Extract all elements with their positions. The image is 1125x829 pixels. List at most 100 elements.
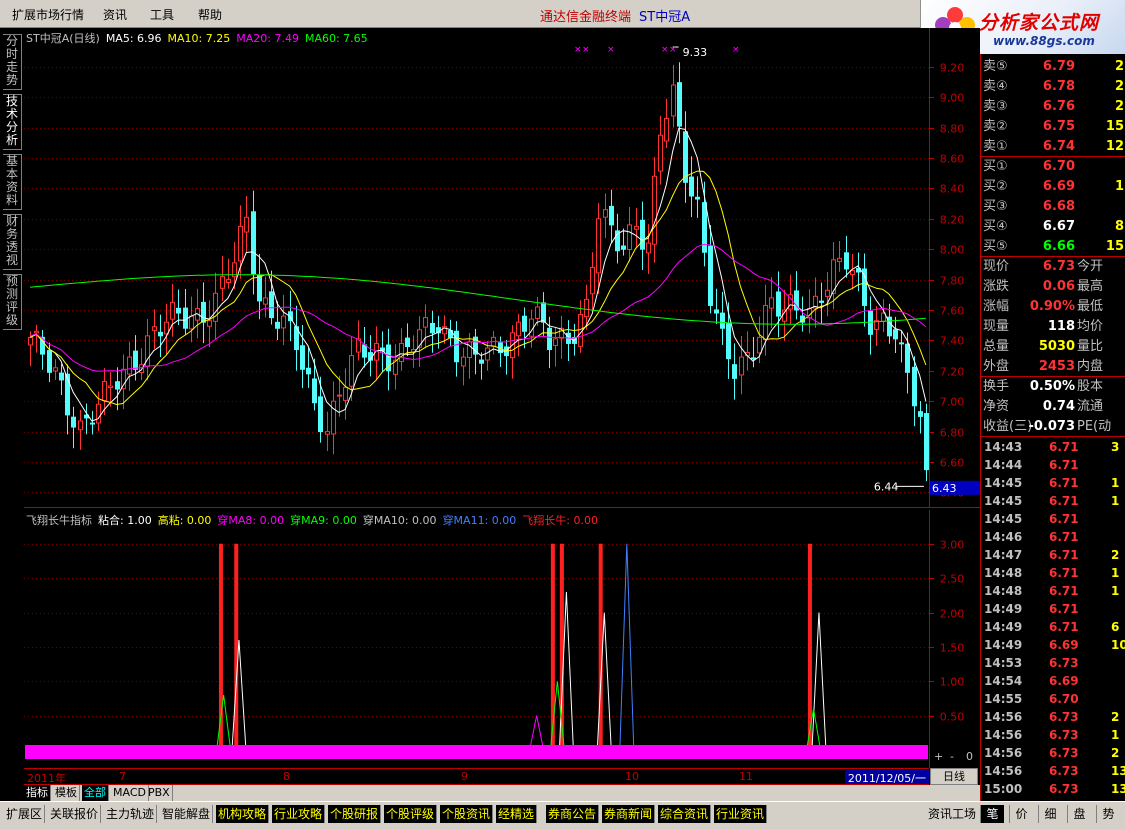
tick-volume: 6 — [1111, 620, 1120, 634]
bottom-tab[interactable]: 行业攻略 — [272, 805, 326, 823]
candle-body — [664, 117, 669, 142]
bottom-tab[interactable]: 经精选 — [496, 805, 538, 823]
candle-body — [251, 211, 256, 275]
sub-legend: 飞翔长牛指标 粘合: 1.00 高粘: 0.00 穿MA8: 0.00 穿MA9: 0.… — [26, 512, 604, 528]
candle-body — [850, 269, 855, 276]
candle-body — [65, 373, 70, 416]
panel-switch-button[interactable]: 价 — [1009, 805, 1033, 823]
bottom-tab[interactable]: 行业资讯 — [714, 805, 768, 823]
bottom-bar: 资讯工场 扩展区 关联报价 主力轨迹 智能解盘 机构攻略 行业攻略 个股研报 个股评级 个股资讯… — [0, 801, 1125, 829]
period-button[interactable]: 日线 — [930, 768, 978, 785]
menu-news[interactable]: 资讯 — [103, 6, 127, 23]
candle-body — [893, 329, 898, 340]
tick-row: 14:49 6.71 6 — [981, 618, 1125, 636]
y-tick-label: 9.00 — [940, 92, 965, 105]
candle-body — [300, 345, 305, 370]
candlestick-chart[interactable]: 9.20 9.00 8.80 8.60 8.40 8.20 8.00 7.80 7.60 7.40… — [24, 28, 980, 508]
ask-row: 卖① 6.74 12 — [981, 138, 1125, 156]
bottom-tab[interactable]: 券商新闻 — [602, 805, 656, 823]
tick-time: 14:43 — [984, 440, 1023, 454]
subtab-pbx[interactable]: PBX — [146, 785, 173, 801]
tab-financials[interactable]: 财务透视 — [3, 214, 22, 270]
annotation-label: 9.33 — [683, 46, 708, 59]
tick-row: 14:48 6.71 1 — [981, 564, 1125, 582]
tick-time: 14:49 — [984, 638, 1023, 652]
zoom-reset-button[interactable]: 0 — [966, 750, 973, 763]
panel-switch-button[interactable]: 细 — [1038, 805, 1062, 823]
stat2-row-extra: PE(动 — [1077, 419, 1112, 434]
tick-price: 6.71 — [1049, 440, 1079, 454]
menu-help[interactable]: 帮助 — [198, 6, 222, 23]
ask-row-extra: 2 — [1114, 59, 1124, 74]
panel-switch-button[interactable]: 盘 — [1067, 805, 1091, 823]
panel-switch-button[interactable]: 势 — [1096, 805, 1120, 823]
menu-tools[interactable]: 工具 — [150, 6, 174, 23]
y-tick-label: 7.60 — [940, 305, 965, 318]
subtab-macd[interactable]: MACD — [111, 785, 149, 801]
bottom-tab[interactable]: 扩展区 — [4, 805, 46, 823]
stat-row: 外盘 2453 内盘 — [981, 358, 1125, 376]
tick-row: 14:43 6.71 3 — [981, 438, 1125, 456]
tick-time: 15:00 — [984, 782, 1023, 796]
tab-intraday[interactable]: 分时走势 — [3, 34, 22, 90]
chart-bg — [24, 28, 980, 508]
subtab-indicator[interactable]: 指标 — [24, 785, 51, 801]
candle-body — [226, 279, 231, 283]
stat-row-label: 外盘 — [983, 359, 1010, 374]
subtab-all[interactable]: 全部 — [82, 785, 109, 801]
zoom-out-button[interactable]: - — [950, 750, 954, 763]
candle-body — [634, 225, 639, 230]
candle-body — [53, 367, 58, 372]
left-tabs: 分时走势 技术分析 基本资料 财务透视 预测评级 — [0, 28, 24, 772]
x-label: 11 — [739, 770, 753, 783]
bid-row-value: 6.70 — [1042, 159, 1075, 174]
bottom-tab[interactable]: 主力轨迹 — [104, 805, 158, 823]
tab-technical[interactable]: 技术分析 — [3, 94, 22, 150]
bottom-tab[interactable]: 综合资讯 — [658, 805, 712, 823]
candle-body — [776, 291, 781, 317]
indicator-bg — [24, 510, 980, 768]
bottom-tab[interactable]: 关联报价 — [48, 805, 102, 823]
subtab-template[interactable]: 模板 — [53, 785, 80, 801]
bottom-tab[interactable]: 券商公告 — [546, 805, 600, 823]
menu-extended-market[interactable]: 扩展市场行情 — [12, 6, 84, 23]
tab-forecast-label: 预测评级 — [5, 274, 18, 327]
candle-body — [244, 216, 249, 233]
ask-row-value: 6.75 — [1042, 119, 1075, 134]
panel-switch-button[interactable]: 笔 — [980, 805, 1004, 823]
y-tick-label: 8.00 — [940, 244, 965, 257]
bottom-tab[interactable]: 机构攻略 — [216, 805, 270, 823]
zoom-in-button[interactable]: + — [934, 750, 943, 763]
candle-body — [349, 355, 354, 387]
tab-fundamentals[interactable]: 基本资料 — [3, 154, 22, 210]
main-legend-item: MA20: 7.49 — [236, 32, 299, 45]
candle-body — [331, 400, 336, 435]
bottom-tab[interactable]: 个股资讯 — [440, 805, 494, 823]
candle-body — [263, 297, 268, 305]
stat-row-label: 涨幅 — [983, 299, 1010, 314]
indicator-chart[interactable]: 3.00 2.50 2.00 1.50 1.00 0.50 — [24, 510, 980, 768]
tick-time: 14:47 — [984, 548, 1023, 562]
tick-price: 6.69 — [1049, 674, 1079, 688]
bottom-tab[interactable]: 个股评级 — [384, 805, 438, 823]
info-workshop[interactable]: 资讯工场 — [928, 805, 976, 823]
candle-body — [108, 385, 113, 389]
baseline-band — [25, 745, 928, 759]
chart-area[interactable]: 9.20 9.00 8.80 8.60 8.40 8.20 8.00 7.80 7.60 7.40… — [24, 28, 980, 772]
tick-row: 14:46 6.71 — [981, 528, 1125, 546]
y-tick-label: 6.80 — [940, 427, 965, 440]
bottom-tab[interactable]: 智能解盘 — [160, 805, 214, 823]
main-legend-item: MA60: 7.65 — [304, 32, 368, 45]
tick-time: 14:46 — [984, 530, 1023, 544]
tick-time: 14:56 — [984, 764, 1023, 778]
tick-price: 6.73 — [1049, 782, 1079, 796]
tick-time: 14:45 — [984, 512, 1023, 526]
tick-row: 14:44 6.71 — [981, 456, 1125, 474]
candle-body — [189, 315, 194, 330]
tick-row: 14:49 6.71 — [981, 600, 1125, 618]
stat-row-extra: 均价 — [1077, 319, 1104, 334]
tab-forecast[interactable]: 预测评级 — [3, 274, 22, 330]
candle-body — [318, 396, 323, 433]
bottom-tab[interactable]: 个股研报 — [328, 805, 382, 823]
stat-row: 现量 118 均价 — [981, 318, 1125, 336]
